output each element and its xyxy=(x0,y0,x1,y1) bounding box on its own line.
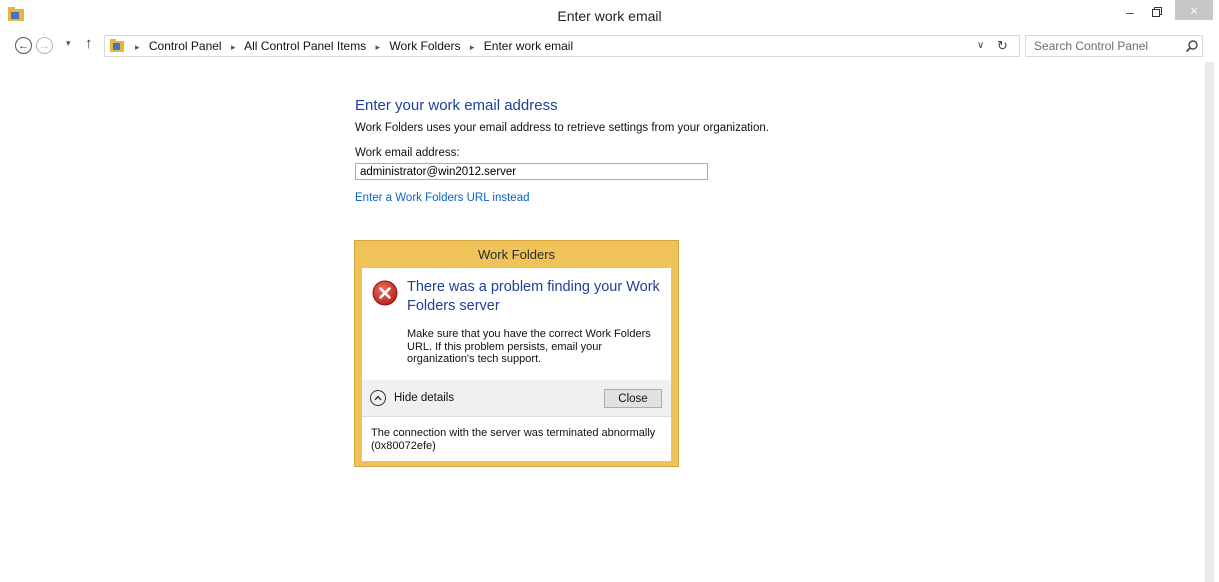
up-button[interactable]: ↑ xyxy=(85,35,93,52)
email-field[interactable] xyxy=(355,163,708,180)
breadcrumb-work-folders[interactable]: Work Folders xyxy=(389,39,460,53)
title-bar: Enter work email – × xyxy=(0,0,1219,30)
restore-button[interactable] xyxy=(1144,0,1170,24)
error-title: There was a problem finding your Work Fo… xyxy=(407,279,660,314)
vertical-scrollbar[interactable] xyxy=(1205,62,1214,582)
recent-locations-icon[interactable]: ▾ xyxy=(66,38,71,49)
dialog-footer: Hide details Close xyxy=(362,380,671,417)
error-details: The connection with the server was termi… xyxy=(371,427,656,452)
breadcrumb-separator: ▸ xyxy=(230,42,236,52)
window-title: Enter work email xyxy=(557,8,662,24)
error-dialog: Work Folders There was a problem finding… xyxy=(354,240,679,467)
breadcrumb-control-panel[interactable]: Control Panel xyxy=(149,39,222,53)
back-button[interactable]: ← xyxy=(15,37,32,54)
dialog-body: There was a problem finding your Work Fo… xyxy=(362,268,671,461)
breadcrumb-separator: ▸ xyxy=(135,42,140,52)
chevron-up-icon xyxy=(370,390,386,406)
error-message: Make sure that you have the correct Work… xyxy=(407,328,651,365)
search-box[interactable]: Search Control Panel xyxy=(1025,35,1203,57)
restore-icon xyxy=(1152,7,1162,17)
breadcrumb-enter-work-email[interactable]: Enter work email xyxy=(484,39,573,53)
address-bar[interactable]: ▸ Control Panel ▸ All Control Panel Item… xyxy=(104,35,1020,57)
error-icon xyxy=(372,280,398,306)
close-button[interactable]: Close xyxy=(604,389,662,408)
close-window-button[interactable]: × xyxy=(1175,0,1213,20)
address-dropdown-icon[interactable]: ∨ xyxy=(977,36,984,56)
forward-button[interactable]: → xyxy=(36,37,53,54)
navigation-bar: ← → ▾ ↑ ▸ Control Panel ▸ All Control Pa… xyxy=(0,34,1219,60)
search-icon[interactable] xyxy=(1185,39,1199,53)
breadcrumb: ▸ Control Panel ▸ All Control Panel Item… xyxy=(129,36,573,57)
dialog-title: Work Folders xyxy=(477,247,556,262)
search-input[interactable]: Search Control Panel xyxy=(1034,36,1148,56)
hide-details-button[interactable]: Hide details xyxy=(370,390,454,406)
control-panel-icon xyxy=(110,39,124,52)
page-title: Enter your work email address xyxy=(355,97,558,114)
enter-url-link[interactable]: Enter a Work Folders URL instead xyxy=(355,192,530,204)
page-description: Work Folders uses your email address to … xyxy=(355,122,769,134)
hide-details-label: Hide details xyxy=(394,392,455,404)
breadcrumb-separator: ▸ xyxy=(375,42,381,52)
breadcrumb-separator: ▸ xyxy=(469,42,475,52)
minimize-button[interactable]: – xyxy=(1117,0,1143,24)
breadcrumb-all-items[interactable]: All Control Panel Items xyxy=(244,39,366,53)
email-label: Work email address: xyxy=(355,147,460,159)
refresh-icon[interactable]: ↻ xyxy=(997,36,1008,56)
